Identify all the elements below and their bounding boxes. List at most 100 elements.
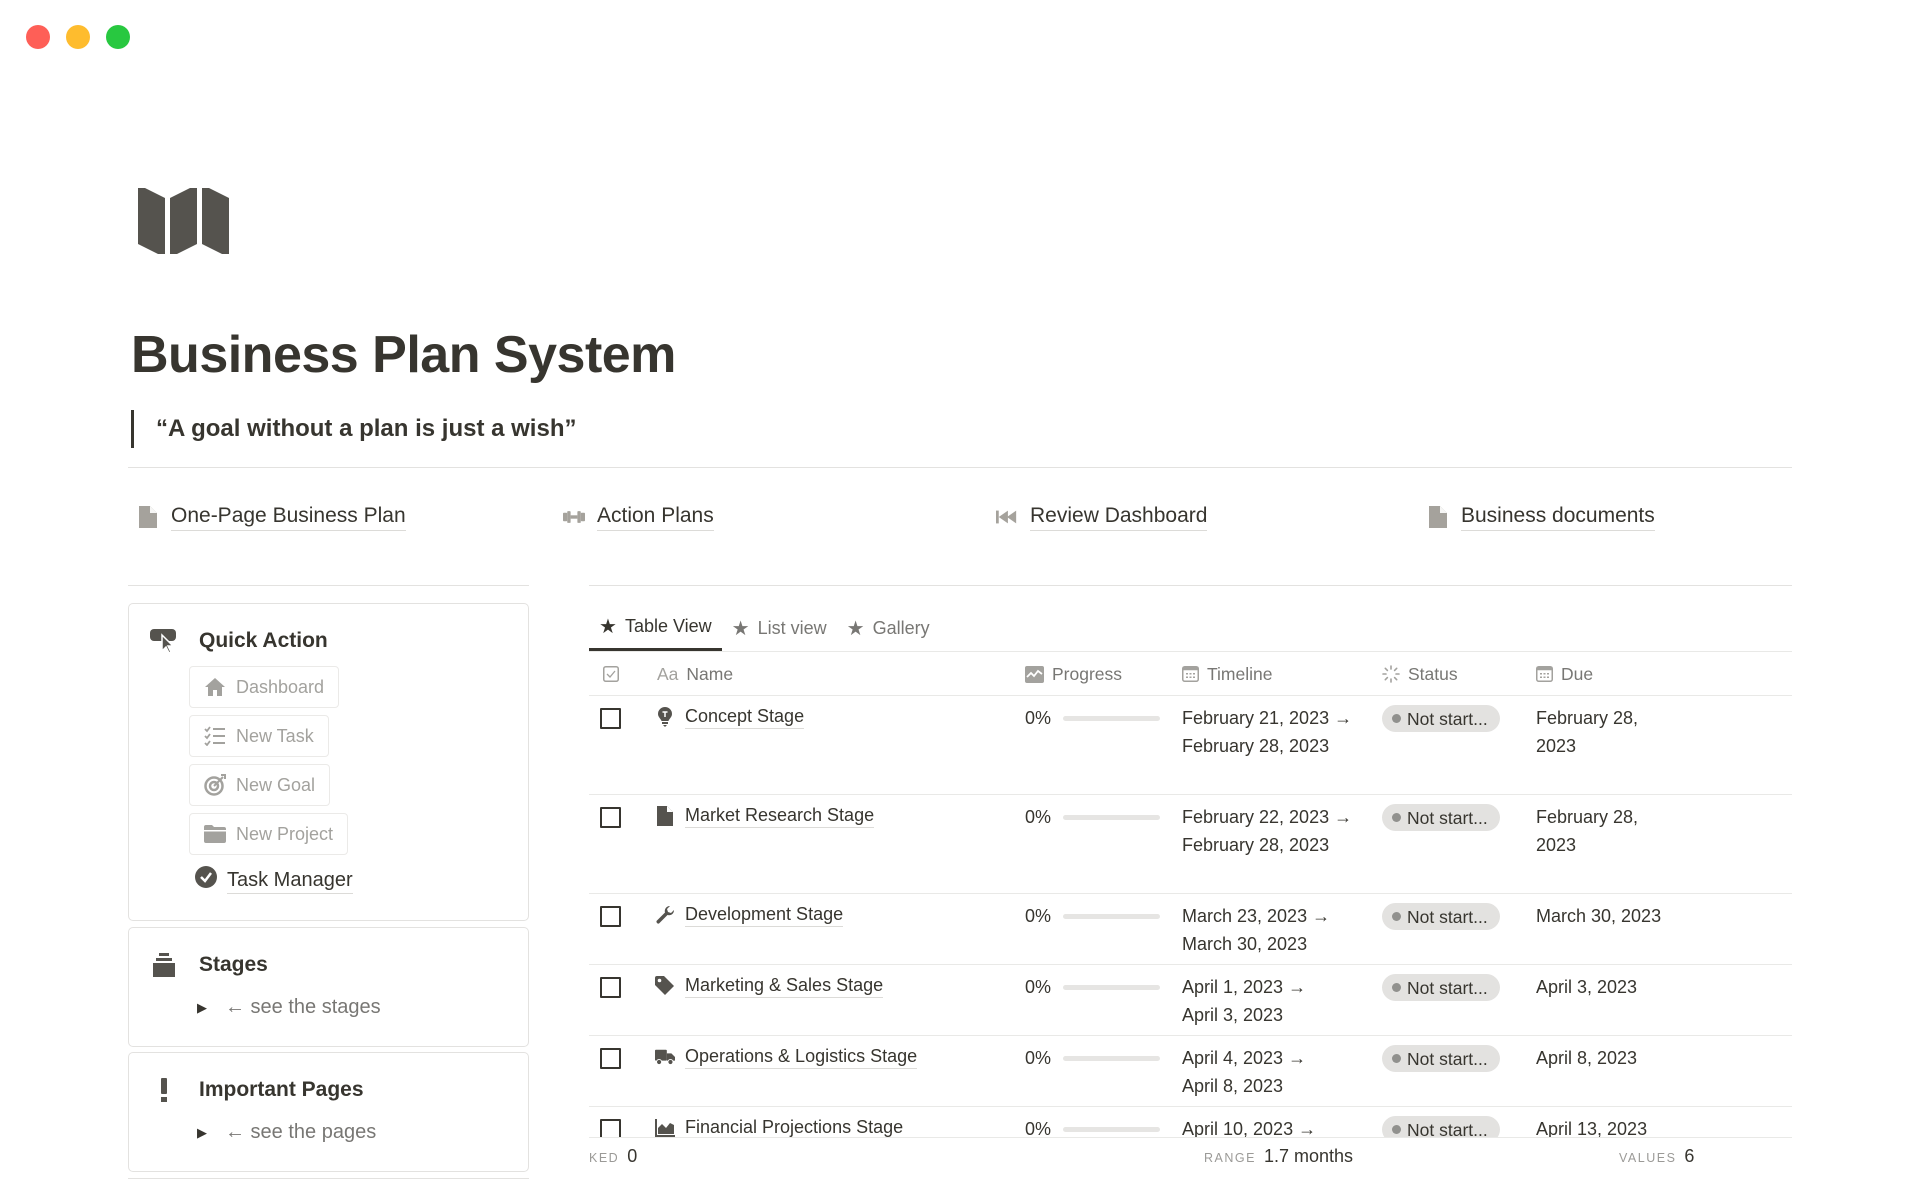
tag-icon [655, 975, 675, 997]
row-checkbox[interactable] [600, 708, 621, 729]
status-dot [1392, 1054, 1401, 1063]
row-timeline[interactable]: February 21, 2023 → February 28, 2023 [1182, 704, 1357, 760]
row-name: Marketing & Sales Stage [655, 973, 884, 998]
document-icon [1427, 505, 1449, 529]
status-badge[interactable]: Not start... [1382, 705, 1500, 732]
progress-bar [1063, 715, 1161, 721]
link-action-plans[interactable]: Action Plans [563, 503, 714, 531]
row-timeline[interactable]: April 4, 2023 → April 8, 2023 [1182, 1044, 1322, 1100]
page-title: Business Plan System [131, 326, 676, 384]
dumbbell-icon [563, 505, 585, 529]
row-timeline[interactable]: April 10, 2023 → [1182, 1115, 1382, 1137]
star-icon: ★ [846, 617, 865, 640]
row-progress: 0% [1025, 1044, 1161, 1072]
table-row[interactable]: Operations & Logistics Stage 0% April 4,… [589, 1036, 1792, 1107]
new-goal-button[interactable]: New Goal [189, 764, 331, 806]
window-maximize-button[interactable] [106, 25, 130, 49]
row-name: Operations & Logistics Stage [655, 1044, 918, 1069]
link-label: One-Page Business Plan [171, 503, 406, 531]
table-row[interactable]: Development Stage 0% March 23, 2023 → Ma… [589, 894, 1792, 965]
row-due[interactable]: April 3, 2023 [1536, 973, 1716, 1001]
folded-map-icon[interactable] [138, 188, 231, 254]
click-pointer-icon [149, 628, 179, 654]
exclamation-icon [149, 1077, 179, 1103]
wrench-icon [655, 904, 675, 926]
dashboard-button[interactable]: Dashboard [189, 666, 340, 708]
link-one-page-business-plan[interactable]: One-Page Business Plan [137, 503, 406, 531]
row-due[interactable]: April 8, 2023 [1536, 1044, 1716, 1072]
toggle-triangle-icon: ▶ [197, 1124, 207, 1140]
row-timeline[interactable]: March 23, 2023 → March 30, 2023 [1182, 902, 1357, 958]
calendar-icon [1182, 666, 1199, 682]
stages-toggle[interactable]: ▶ ← see the stages [197, 996, 381, 1019]
column-header-done[interactable] [603, 652, 619, 696]
status-badge[interactable]: Not start... [1382, 804, 1500, 831]
link-review-dashboard[interactable]: Review Dashboard [996, 503, 1208, 531]
link-business-documents[interactable]: Business documents [1427, 503, 1655, 531]
column-header-due[interactable]: Due [1536, 652, 1593, 696]
status-badge[interactable]: Not start... [1382, 1045, 1500, 1072]
row-due[interactable]: April 13, 2023 [1536, 1115, 1716, 1137]
loading-icon [1382, 665, 1400, 683]
stages-card: Stages ▶ ← see the stages [128, 927, 529, 1047]
folder-icon [204, 823, 226, 845]
row-checkbox[interactable] [600, 1048, 621, 1069]
column-header-name[interactable]: Aa Name [657, 652, 733, 696]
row-checkbox[interactable] [600, 977, 621, 998]
column-header-progress[interactable]: Progress [1025, 652, 1122, 696]
task-manager-link[interactable]: Task Manager [195, 866, 353, 894]
row-due[interactable]: March 30, 2023 [1536, 902, 1716, 930]
row-timeline[interactable]: April 1, 2023 → April 3, 2023 [1182, 973, 1322, 1029]
document-icon [137, 505, 159, 529]
card-edge [128, 1178, 529, 1179]
link-label: Review Dashboard [1030, 503, 1208, 531]
divider [128, 585, 529, 586]
status-dot [1392, 714, 1401, 723]
check-circle-icon [195, 866, 217, 894]
window-minimize-button[interactable] [66, 25, 90, 49]
tab-list-view[interactable]: ★ List view [722, 605, 837, 651]
row-due[interactable]: February 28, 2023 [1536, 704, 1676, 760]
tab-gallery[interactable]: ★ Gallery [837, 605, 940, 651]
row-timeline[interactable]: February 22, 2023 → February 28, 2023 [1182, 803, 1357, 859]
tab-table-view[interactable]: ★ Table View [589, 605, 722, 651]
window-close-button[interactable] [26, 25, 50, 49]
status-dot [1392, 912, 1401, 921]
row-checkbox[interactable] [600, 807, 621, 828]
row-checkbox[interactable] [600, 1119, 621, 1137]
status-dot [1392, 1125, 1401, 1134]
view-tabs: ★ Table View ★ List view ★ Gallery [589, 605, 940, 651]
table-row[interactable]: Marketing & Sales Stage 0% April 1, 2023… [589, 965, 1792, 1036]
new-project-button[interactable]: New Project [189, 813, 349, 855]
footer-values[interactable]: VALUES 6 [1619, 1146, 1694, 1174]
row-checkbox[interactable] [600, 906, 621, 927]
table-row[interactable]: Market Research Stage 0% February 22, 20… [589, 795, 1792, 894]
home-icon [204, 676, 226, 698]
table-row[interactable]: Concept Stage 0% February 21, 2023 → Feb… [589, 696, 1792, 795]
stages-table: Aa Name Progress Timeline Status Due Con… [589, 651, 1792, 1138]
footer-range[interactable]: RANGE 1.7 months [1204, 1146, 1353, 1174]
important-pages-toggle[interactable]: ▶ ← see the pages [197, 1121, 376, 1144]
column-header-timeline[interactable]: Timeline [1182, 652, 1272, 696]
footer-range-label: RANGE [1204, 1151, 1256, 1165]
footer-checked[interactable]: KED 0 [589, 1146, 637, 1174]
row-name: Financial Projections Stage [655, 1115, 903, 1137]
table-header: Aa Name Progress Timeline Status Due [589, 652, 1792, 696]
divider [589, 585, 1792, 586]
row-name: Development Stage [655, 902, 844, 927]
row-due[interactable]: February 28, 2023 [1536, 803, 1676, 859]
table-row[interactable]: Financial Projections Stage 0% April 10,… [589, 1107, 1792, 1137]
row-progress: 0% [1025, 803, 1161, 831]
status-badge[interactable]: Not start... [1382, 903, 1500, 930]
status-badge[interactable]: Not start... [1382, 1116, 1500, 1137]
new-task-button[interactable]: New Task [189, 715, 329, 757]
column-header-status[interactable]: Status [1382, 652, 1458, 696]
lightbulb-icon [655, 706, 675, 728]
stages-heading: Stages [149, 952, 268, 978]
checkbox-icon [603, 666, 619, 682]
quick-action-card: Quick Action Dashboard New Task New Goal… [128, 603, 529, 921]
row-progress: 0% [1025, 902, 1161, 930]
divider [128, 467, 1792, 468]
status-badge[interactable]: Not start... [1382, 974, 1500, 1001]
calendar-icon [1536, 666, 1553, 682]
